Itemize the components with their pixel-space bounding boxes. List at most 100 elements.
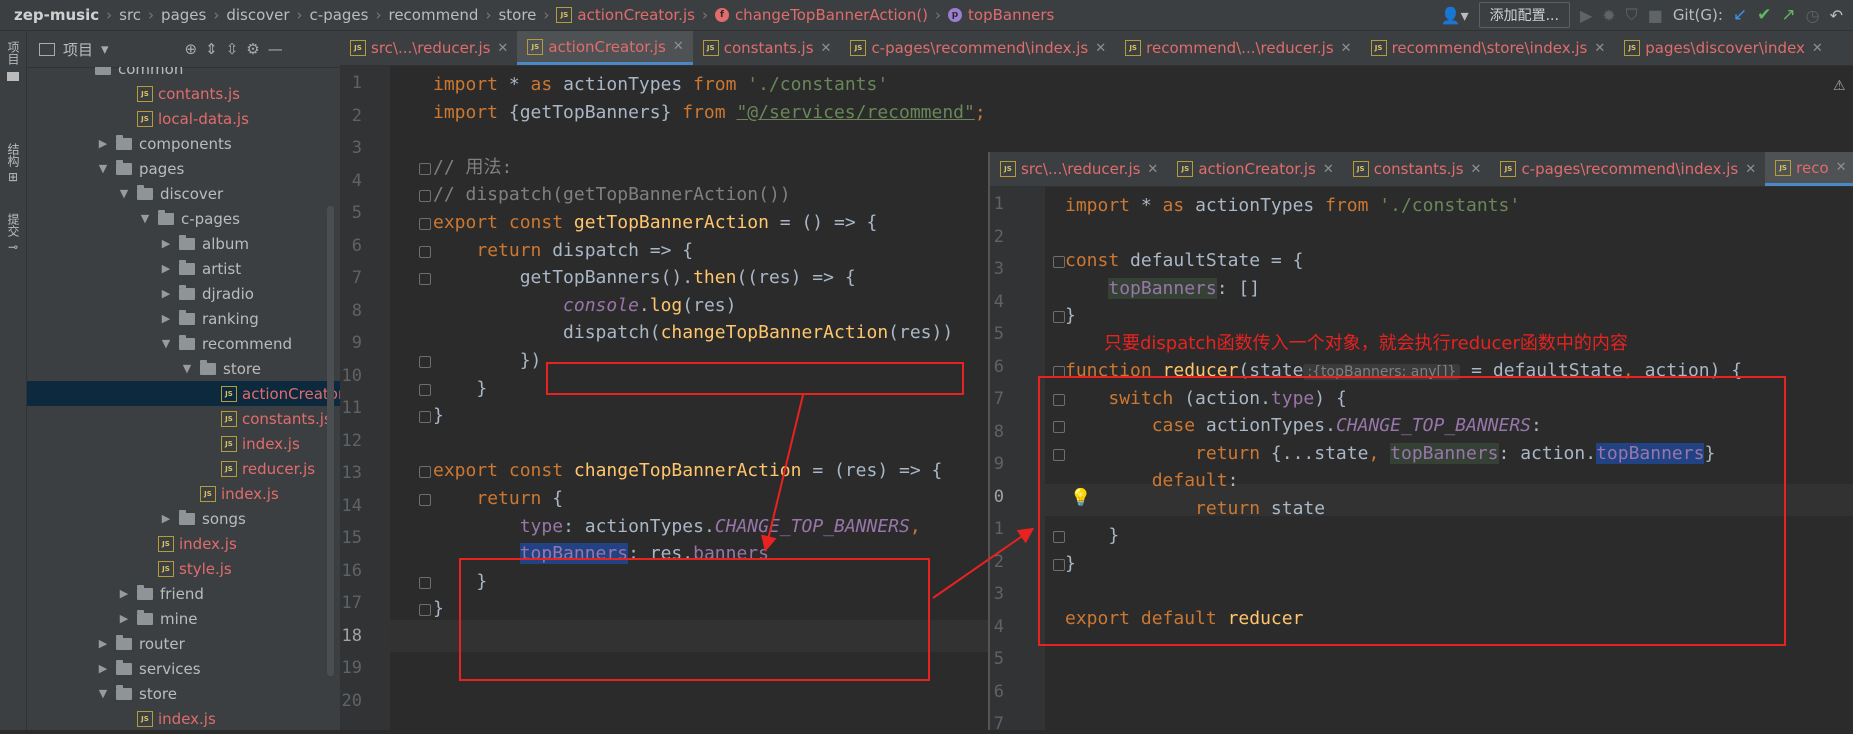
tree-folder[interactable]: ▼ c-pages xyxy=(27,206,340,231)
tree-file[interactable]: JS index.js xyxy=(27,481,340,506)
tree-file[interactable]: JS reducer.js xyxy=(27,456,340,481)
editor-tab[interactable]: JS recommend\store\index.js ✕ xyxy=(1361,31,1615,65)
tree-folder[interactable]: ▶ mine xyxy=(27,606,340,631)
fold-marker-icon[interactable] xyxy=(419,218,431,230)
editor-tab[interactable]: JS actionCreator.js ✕ xyxy=(1167,152,1342,186)
coverage-icon[interactable]: ⛉ xyxy=(1626,5,1638,25)
tree-folder[interactable]: ▼ recommend xyxy=(27,331,340,356)
tree-folder[interactable]: ▼ store xyxy=(27,681,340,706)
settings-gear-icon[interactable]: ⚙ xyxy=(246,40,259,58)
run-icon[interactable]: ▶ xyxy=(1580,6,1592,25)
tree-file[interactable]: JS style.js xyxy=(27,556,340,581)
close-icon[interactable]: ✕ xyxy=(1095,41,1106,56)
chevron-right-icon[interactable]: ▶ xyxy=(117,587,131,600)
breadcrumb-property[interactable]: topBanners xyxy=(968,6,1054,24)
fold-marker-icon[interactable] xyxy=(419,494,431,506)
chevron-down-icon[interactable]: ▼ xyxy=(117,187,131,200)
chevron-right-icon[interactable]: ▶ xyxy=(96,137,110,150)
fold-marker-icon[interactable] xyxy=(419,411,431,424)
tool-tab-structure[interactable]: 结构 ⊞ xyxy=(3,143,23,184)
chevron-right-icon[interactable]: ▶ xyxy=(159,512,173,525)
dropdown-icon[interactable]: ▾ xyxy=(101,40,109,58)
close-icon[interactable]: ✕ xyxy=(1147,162,1158,177)
editor-tab[interactable]: JS c-pages\recommend\index.js ✕ xyxy=(840,31,1115,65)
breadcrumb-item-src[interactable]: src xyxy=(119,6,141,24)
tree-folder[interactable]: ▶ artist xyxy=(27,256,340,281)
tree-file[interactable]: JS index.js xyxy=(27,531,340,556)
fold-marker-icon[interactable] xyxy=(419,576,431,589)
chevron-down-icon[interactable]: ▼ xyxy=(159,337,173,350)
editor-tab[interactable]: JS constants.js ✕ xyxy=(693,31,841,65)
fold-marker-icon[interactable] xyxy=(419,273,431,286)
editor-tab[interactable]: JS recommend\...\reducer.js ✕ xyxy=(1115,31,1360,65)
rollback-icon[interactable]: ↶ xyxy=(1830,6,1843,25)
editor-tab[interactable]: JS actionCreator.js ✕ xyxy=(517,31,693,65)
fold-marker-icon[interactable] xyxy=(419,356,431,368)
breadcrumb-function[interactable]: changeTopBannerAction() xyxy=(735,6,928,24)
tree-folder[interactable]: common xyxy=(27,67,340,81)
close-icon[interactable]: ✕ xyxy=(1812,41,1823,56)
editor-tab[interactable]: JS src\...\reducer.js ✕ xyxy=(340,31,517,65)
tree-folder[interactable]: ▼ discover xyxy=(27,181,340,206)
close-icon[interactable]: ✕ xyxy=(1745,162,1756,177)
chevron-down-icon[interactable]: ▼ xyxy=(96,687,110,700)
chevron-down-icon[interactable]: ▼ xyxy=(96,162,110,175)
git-commit-icon[interactable]: ✔ xyxy=(1757,5,1771,25)
tree-folder[interactable]: ▶ friend xyxy=(27,581,340,606)
editor-tab[interactable]: JS src\...\reducer.js ✕ xyxy=(990,152,1167,186)
git-update-icon[interactable]: ↙ xyxy=(1733,5,1747,25)
chevron-right-icon[interactable]: ▶ xyxy=(117,612,131,625)
tree-folder[interactable]: ▶ ranking xyxy=(27,306,340,331)
chevron-right-icon[interactable]: ▶ xyxy=(159,237,173,250)
breadcrumb-file[interactable]: actionCreator.js xyxy=(577,6,695,24)
breadcrumb-item-store[interactable]: store xyxy=(498,6,536,24)
user-icon[interactable]: 👤▾ xyxy=(1441,6,1469,25)
close-icon[interactable]: ✕ xyxy=(821,41,832,56)
close-icon[interactable]: ✕ xyxy=(1594,41,1605,56)
fold-marker-icon[interactable] xyxy=(1053,256,1065,268)
fold-marker-icon[interactable] xyxy=(419,383,431,396)
breadcrumb-item-discover[interactable]: discover xyxy=(226,6,289,24)
tree-folder[interactable]: ▶ router xyxy=(27,631,340,656)
locate-icon[interactable]: ⊕ xyxy=(185,40,198,58)
history-icon[interactable]: ◷ xyxy=(1806,6,1820,25)
chevron-right-icon[interactable]: ▶ xyxy=(159,312,173,325)
debug-icon[interactable]: ✹ xyxy=(1602,6,1615,25)
project-tree-scrollbar[interactable] xyxy=(327,206,334,676)
tree-file[interactable]: JS actionCreator.js xyxy=(27,381,340,406)
chevron-right-icon[interactable]: ▶ xyxy=(96,662,110,675)
tree-folder[interactable]: ▼ store xyxy=(27,356,340,381)
tree-folder[interactable]: ▶ djradio xyxy=(27,281,340,306)
breadcrumb-item-recommend[interactable]: recommend xyxy=(388,6,478,24)
chevron-right-icon[interactable]: ▶ xyxy=(159,287,173,300)
add-configuration-button[interactable]: 添加配置... xyxy=(1478,2,1570,28)
breadcrumb-project[interactable]: zep-music xyxy=(14,6,99,24)
git-push-icon[interactable]: ↗ xyxy=(1781,5,1795,25)
chevron-down-icon[interactable]: ▼ xyxy=(138,212,152,225)
chevron-down-icon[interactable]: ▼ xyxy=(180,362,194,375)
fold-marker-icon[interactable] xyxy=(419,604,431,617)
tree-folder[interactable]: ▶ songs xyxy=(27,506,340,531)
fold-marker-icon[interactable] xyxy=(419,190,431,203)
tree-file[interactable]: JS index.js xyxy=(27,431,340,456)
project-panel-title[interactable]: 项目 xyxy=(63,39,93,60)
tree-file[interactable]: JS contants.js xyxy=(27,81,340,106)
stop-icon[interactable]: ■ xyxy=(1648,6,1663,25)
fold-marker-icon[interactable] xyxy=(1053,311,1065,323)
tree-file[interactable]: JS local-data.js xyxy=(27,106,340,131)
fold-marker-icon[interactable] xyxy=(419,162,431,175)
tree-folder[interactable]: ▶ services xyxy=(27,656,340,681)
editor-tab[interactable]: JS pages\discover\index ✕ xyxy=(1614,31,1832,65)
collapse-all-icon[interactable]: ⇳ xyxy=(226,40,239,58)
editor-tab[interactable]: JS reco ✕ xyxy=(1765,152,1853,186)
tree-folder[interactable]: ▼ pages xyxy=(27,156,340,181)
close-icon[interactable]: ✕ xyxy=(1471,162,1482,177)
fold-marker-icon[interactable] xyxy=(419,466,431,479)
fold-marker-icon[interactable] xyxy=(419,245,431,258)
tool-tab-commit[interactable]: 提交 ⊸ xyxy=(3,213,23,254)
breadcrumb-item-pages[interactable]: pages xyxy=(161,6,206,24)
close-icon[interactable]: ✕ xyxy=(1323,162,1334,177)
tree-file[interactable]: JS index.js xyxy=(27,706,340,730)
tree-folder[interactable]: ▶ album xyxy=(27,231,340,256)
chevron-right-icon[interactable]: ▶ xyxy=(159,262,173,275)
